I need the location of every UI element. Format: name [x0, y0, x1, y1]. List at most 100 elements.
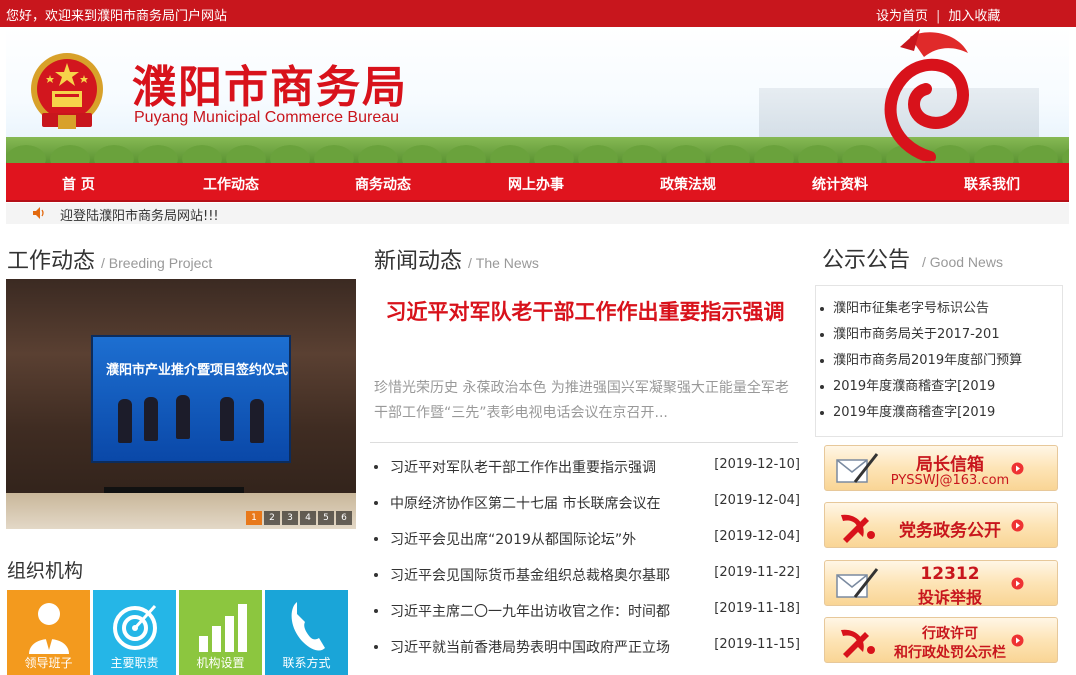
news-item-title: 习近平会见国际货币基金组织总裁格奥尔基耶: [390, 568, 670, 584]
work-section-title: 工作动态 / Breeding Project: [7, 243, 212, 275]
work-photo-slider[interactable]: 濮阳市产业推介暨项目签约仪式 1 2 3 4 5 6: [6, 279, 356, 529]
mail-pen-icon: [836, 453, 879, 483]
party-emblem-icon: [841, 514, 875, 543]
news-subtitle: / The News: [468, 255, 539, 271]
person-figure: [118, 399, 132, 443]
news-item-date: [2019-12-04]: [714, 529, 800, 544]
bullet-icon: [820, 332, 824, 337]
org-tile-label: 主要职责: [110, 656, 159, 670]
side-button-line2: PYSSWJ@163.com: [890, 473, 1010, 488]
nav-item-home[interactable]: 首 页: [62, 174, 95, 194]
slider-page-4[interactable]: 4: [300, 511, 316, 525]
person-figure: [250, 399, 264, 443]
notice-title: 公示公告: [822, 248, 911, 273]
announcement-marquee: 迎登陆濮阳市商务局网站!!!: [6, 203, 1069, 224]
org-tile-contact[interactable]: 联系方式: [265, 590, 348, 675]
arrow-right-icon: [1011, 519, 1024, 532]
news-list-item[interactable]: 习近平会见国际货币基金组织总裁格奥尔基耶 [2019-11-22]: [374, 565, 800, 585]
org-section-title: 组织机构: [7, 556, 83, 583]
notice-subtitle: / Good News: [922, 254, 1003, 270]
news-item-title: 中原经济协作区第二十七届 市长联席会议在: [390, 496, 661, 512]
slider-page-2[interactable]: 2: [264, 511, 280, 525]
notice-item-title: 濮阳市商务局2019年度部门预算: [833, 353, 1023, 368]
bullet-icon: [820, 358, 824, 363]
administrative-publicity-button[interactable]: 行政许可 和行政处罚公示栏: [824, 617, 1058, 663]
notice-list-item[interactable]: 濮阳市商务局2019年度部门预算: [820, 349, 1060, 368]
target-icon: [113, 604, 157, 650]
top-link-divider: |: [936, 9, 941, 24]
side-button-line1: 局长信箱: [916, 455, 984, 475]
notice-list-item[interactable]: 2019年度濮商稽查字[2019: [820, 401, 1060, 420]
arrow-right-icon: [1011, 577, 1024, 590]
news-title: 新闻动态: [374, 249, 463, 274]
arrow-right-icon: [1011, 634, 1024, 647]
slider-page-5[interactable]: 5: [318, 511, 334, 525]
phone-icon: [291, 602, 325, 651]
news-section-title: 新闻动态 / The News: [374, 243, 539, 275]
national-emblem-icon: [31, 53, 103, 129]
notice-list-item[interactable]: 2019年度濮商稽查字[2019: [820, 375, 1060, 394]
notice-item-title: 濮阳市征集老字号标识公告: [833, 301, 990, 316]
news-headline-link[interactable]: 习近平对军队老干部工作作出重要指示强调: [370, 298, 800, 325]
org-tile-label: 联系方式: [282, 656, 331, 670]
director-mailbox-button[interactable]: 局长信箱 PYSSWJ@163.com: [824, 445, 1058, 491]
bullet-icon: [374, 537, 378, 541]
news-item-title: 习近平就当前香港局势表明中国政府严正立场: [390, 640, 670, 656]
news-item-title: 习近平会见出席“2019从都国际论坛”外: [390, 532, 637, 548]
slider-page-1[interactable]: 1: [246, 511, 262, 525]
site-title-english: Puyang Municipal Commerce Bureau: [134, 109, 400, 126]
news-list-item[interactable]: 中原经济协作区第二十七届 市长联席会议在 [2019-12-04]: [374, 493, 800, 513]
bullet-icon: [820, 306, 824, 311]
news-summary: 珍惜光荣历史 永葆政治本色 为推进强国兴军凝聚强大正能量全军老干部工作暨“三先”…: [374, 380, 789, 421]
nav-item-work-news[interactable]: 工作动态: [203, 174, 259, 194]
org-tile-leadership[interactable]: 领导班子: [7, 590, 90, 675]
org-tile-duties[interactable]: 主要职责: [93, 590, 176, 675]
side-button-line1: 12312: [920, 564, 980, 584]
work-subtitle: / Breeding Project: [101, 255, 213, 271]
marquee-text: 迎登陆濮阳市商务局网站!!!: [60, 209, 219, 224]
news-item-title: 习近平主席二〇一九年出访收官之作：时间都: [390, 604, 670, 620]
news-list-item[interactable]: 习近平主席二〇一九年出访收官之作：时间都 [2019-11-18]: [374, 601, 800, 621]
slider-pager: 1 2 3 4 5 6: [246, 511, 352, 525]
nav-item-commerce-news[interactable]: 商务动态: [355, 174, 411, 194]
bullet-icon: [374, 465, 378, 469]
news-list-item[interactable]: 习近平会见出席“2019从都国际论坛”外 [2019-12-04]: [374, 529, 800, 549]
slider-page-6[interactable]: 6: [336, 511, 352, 525]
person-figure: [220, 397, 234, 441]
org-tile-label: 领导班子: [24, 656, 73, 670]
bar-chart-icon: [199, 604, 247, 652]
notice-list-item[interactable]: 濮阳市征集老字号标识公告: [820, 297, 1060, 316]
org-tile-label: 机构设置: [196, 656, 245, 670]
header-banner: 濮阳市商务局 Puyang Municipal Commerce Bureau: [6, 27, 1069, 163]
red-swirl-logo-icon: [884, 29, 969, 161]
news-item-title: 习近平对军队老干部工作作出重要指示强调: [390, 460, 656, 476]
nav-item-contact[interactable]: 联系我们: [964, 174, 1020, 194]
org-title: 组织机构: [7, 560, 84, 582]
speaker-icon: [33, 207, 44, 219]
nav-item-policy[interactable]: 政策法规: [660, 174, 716, 194]
welcome-text: 您好，欢迎来到濮阳市商务局门户网站: [6, 9, 228, 24]
person-figure: [176, 395, 190, 439]
arrow-right-icon: [1011, 462, 1024, 475]
photo-screen-caption: 濮阳市产业推介暨项目签约仪式: [106, 363, 289, 378]
top-links: 设为首页 | 加入收藏: [876, 5, 1000, 24]
slider-page-3[interactable]: 3: [282, 511, 298, 525]
party-affairs-button[interactable]: 党务政务公开: [824, 502, 1058, 548]
org-tile-structure[interactable]: 机构设置: [179, 590, 262, 675]
person-figure: [144, 397, 158, 441]
notice-item-title: 濮阳市商务局关于2017-201: [833, 327, 1000, 342]
bullet-icon: [820, 384, 824, 389]
add-favorite-link[interactable]: 加入收藏: [948, 9, 1000, 24]
bullet-icon: [820, 410, 824, 415]
work-title: 工作动态: [7, 249, 96, 274]
news-item-date: [2019-11-18]: [714, 601, 800, 616]
site-title-chinese: 濮阳市商务局: [132, 62, 408, 113]
complaint-report-button[interactable]: 12312 投诉举报: [824, 560, 1058, 607]
notice-list-item[interactable]: 濮阳市商务局关于2017-201: [820, 323, 1060, 342]
set-home-link[interactable]: 设为首页: [876, 9, 928, 24]
nav-item-statistics[interactable]: 统计资料: [812, 174, 868, 194]
news-list-item[interactable]: 习近平对军队老干部工作作出重要指示强调 [2019-12-10]: [374, 457, 800, 477]
bullet-icon: [374, 573, 378, 577]
nav-item-online-service[interactable]: 网上办事: [508, 174, 564, 194]
news-list-item[interactable]: 习近平就当前香港局势表明中国政府严正立场 [2019-11-15]: [374, 637, 800, 657]
